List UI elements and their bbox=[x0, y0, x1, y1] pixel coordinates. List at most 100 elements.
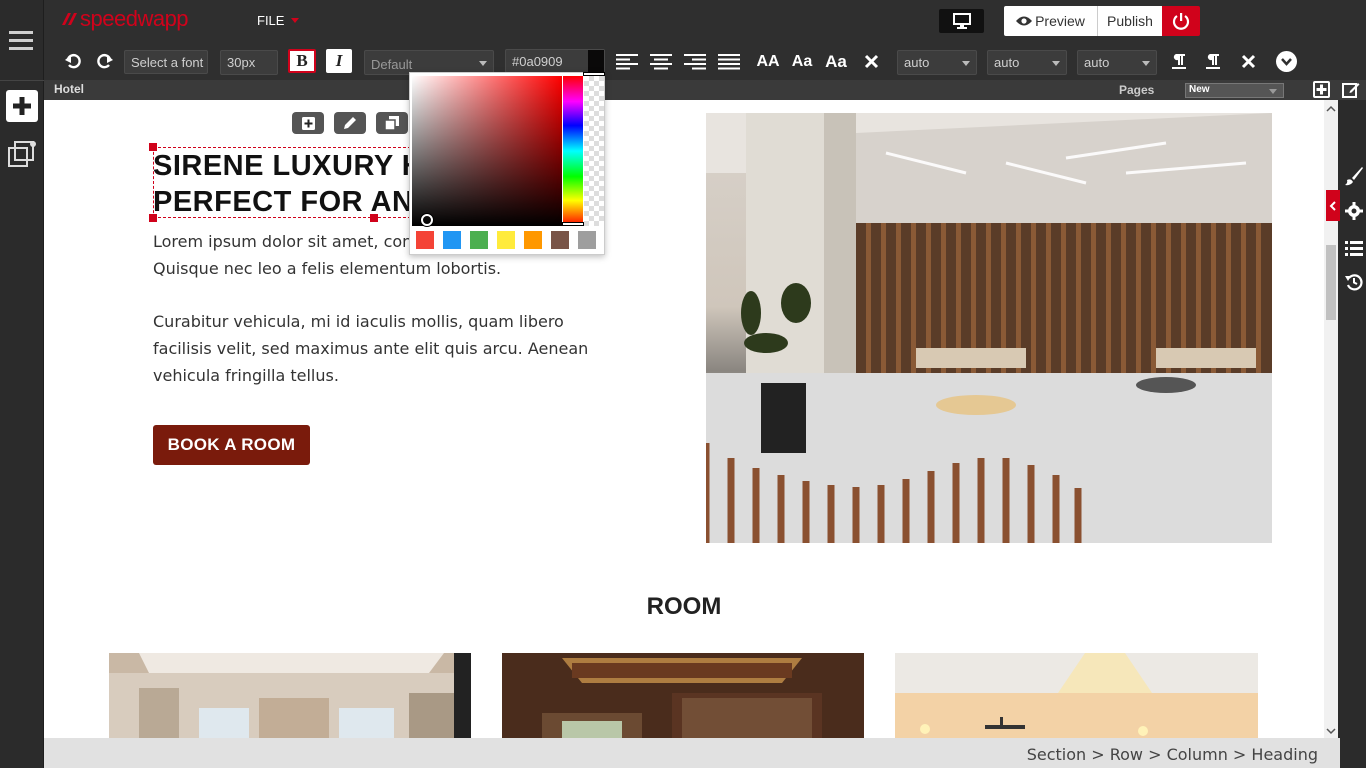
alpha-slider[interactable] bbox=[584, 76, 604, 226]
breadcrumb[interactable]: Section > Row > Column > Heading bbox=[1027, 745, 1318, 764]
hero-paragraph-1-line2: Quisque nec leo a felis elementum lobort… bbox=[153, 259, 502, 278]
letter-spacing-select[interactable]: auto bbox=[987, 50, 1067, 75]
hotel-lobby-image bbox=[706, 113, 1272, 543]
hamburger-menu-icon[interactable] bbox=[9, 28, 33, 52]
hero-heading[interactable]: SIRENE LUXURY H PERFECT FOR ANY bbox=[153, 148, 453, 220]
settings-gear-icon[interactable] bbox=[1345, 202, 1363, 220]
pencil-icon bbox=[344, 117, 356, 129]
bold-label: B bbox=[296, 51, 308, 70]
paragraph-rtl-icon[interactable] bbox=[1205, 53, 1221, 70]
swatch-blue[interactable] bbox=[443, 231, 461, 249]
pages-label: Pages bbox=[1119, 83, 1155, 97]
uppercase-button[interactable]: AA bbox=[754, 50, 782, 74]
scrollbar-thumb[interactable] bbox=[1326, 245, 1336, 320]
word-spacing-select[interactable]: auto bbox=[1077, 50, 1157, 75]
saturation-value-area[interactable] bbox=[412, 76, 562, 226]
color-picker-cursor[interactable] bbox=[421, 214, 433, 226]
align-justify-icon[interactable] bbox=[718, 54, 740, 70]
history-icon[interactable] bbox=[1345, 273, 1363, 291]
italic-label: I bbox=[335, 51, 343, 70]
chevron-down-icon bbox=[1142, 60, 1150, 66]
power-button[interactable] bbox=[1162, 6, 1200, 36]
plus-icon bbox=[13, 97, 31, 115]
align-left-icon[interactable] bbox=[616, 54, 638, 70]
page-name: Hotel bbox=[54, 82, 84, 96]
chevron-down-icon bbox=[962, 60, 970, 66]
page-bar: Hotel Pages New bbox=[44, 80, 1366, 100]
breadcrumb-bar: Section > Row > Column > Heading bbox=[44, 738, 1340, 768]
element-add-button[interactable] bbox=[292, 112, 324, 134]
text-format-toolbar: Select a font 30px B I Default #0a0909 A… bbox=[44, 42, 1366, 80]
swatch-green[interactable] bbox=[470, 231, 488, 249]
hue-slider-handle[interactable] bbox=[562, 222, 584, 226]
swatch-red[interactable] bbox=[416, 231, 434, 249]
capitalize-button[interactable]: Aa bbox=[822, 50, 850, 74]
room-image-1 bbox=[109, 653, 471, 738]
speedwapp-logo: speedwapp bbox=[60, 6, 189, 32]
swatch-brown[interactable] bbox=[551, 231, 569, 249]
capitalize-label: Aa bbox=[825, 52, 847, 71]
preview-label: Preview bbox=[1035, 13, 1085, 29]
chevron-left-icon bbox=[1329, 200, 1336, 211]
clear-format-icon[interactable] bbox=[864, 54, 879, 69]
italic-button[interactable]: I bbox=[326, 49, 352, 73]
pages-select[interactable]: New bbox=[1185, 83, 1284, 98]
close-icon[interactable] bbox=[1241, 54, 1256, 69]
edit-page-icon[interactable] bbox=[1342, 81, 1360, 99]
hero-heading-line2: PERFECT FOR ANY bbox=[153, 186, 434, 218]
chevron-down-icon bbox=[1052, 60, 1060, 66]
undo-icon[interactable] bbox=[64, 52, 82, 70]
element-edit-button[interactable] bbox=[334, 112, 366, 134]
element-duplicate-button[interactable] bbox=[376, 112, 408, 134]
chevron-down-icon bbox=[1269, 88, 1277, 94]
style-brush-icon[interactable] bbox=[1344, 166, 1364, 186]
uppercase-label: AA bbox=[756, 53, 780, 70]
alpha-slider-handle[interactable] bbox=[583, 72, 605, 76]
swatch-yellow[interactable] bbox=[497, 231, 515, 249]
pages-select-value: New bbox=[1189, 84, 1210, 95]
file-menu[interactable]: FILE bbox=[257, 13, 300, 28]
left-sidebar bbox=[0, 0, 44, 768]
more-options-icon[interactable] bbox=[1276, 51, 1297, 72]
add-element-button[interactable] bbox=[6, 90, 38, 122]
room-image-2 bbox=[502, 653, 864, 738]
text-style-value: Default bbox=[371, 57, 413, 72]
align-center-icon[interactable] bbox=[650, 54, 672, 70]
hero-paragraph-2[interactable]: Curabitur vehicula, mi id iaculis mollis… bbox=[153, 308, 613, 389]
color-swatches bbox=[416, 231, 602, 249]
bold-button[interactable]: B bbox=[288, 49, 316, 73]
layout-template-icon[interactable] bbox=[7, 140, 37, 170]
scroll-up-icon[interactable] bbox=[1324, 104, 1338, 114]
caret-down-icon bbox=[291, 18, 300, 23]
redo-icon[interactable] bbox=[96, 52, 114, 70]
power-icon bbox=[1172, 13, 1190, 30]
book-room-button[interactable]: BOOK A ROOM bbox=[153, 425, 310, 465]
swatch-orange[interactable] bbox=[524, 231, 542, 249]
font-family-select[interactable]: Select a font bbox=[124, 50, 208, 74]
color-input[interactable]: #0a0909 bbox=[505, 49, 605, 73]
page-canvas: SIRENE LUXURY H PERFECT FOR ANY Lorem ip… bbox=[44, 100, 1338, 738]
room-image-3 bbox=[895, 653, 1258, 738]
desktop-view-button[interactable] bbox=[939, 9, 984, 33]
rooms-heading[interactable]: ROOM bbox=[44, 593, 1324, 621]
hue-slider[interactable] bbox=[563, 76, 583, 226]
scroll-down-icon[interactable] bbox=[1324, 726, 1338, 736]
align-right-icon[interactable] bbox=[684, 54, 706, 70]
smallcaps-button[interactable]: Aa bbox=[788, 50, 816, 74]
font-size-input[interactable]: 30px bbox=[220, 50, 278, 75]
color-value: #0a0909 bbox=[512, 53, 563, 69]
file-menu-label: FILE bbox=[257, 13, 285, 28]
publish-button[interactable]: Publish bbox=[1097, 6, 1162, 36]
preview-button[interactable]: Preview bbox=[1004, 6, 1097, 36]
line-height-value: auto bbox=[904, 55, 930, 70]
hero-paragraph-2-line3: vehicula fringilla tellus. bbox=[153, 366, 339, 385]
color-swatch[interactable] bbox=[588, 50, 604, 72]
swatch-grey[interactable] bbox=[578, 231, 596, 249]
monitor-icon bbox=[952, 13, 971, 29]
panel-toggle-tab[interactable] bbox=[1326, 190, 1340, 221]
paragraph-ltr-icon[interactable] bbox=[1171, 53, 1187, 70]
layers-list-icon[interactable] bbox=[1345, 240, 1363, 256]
word-spacing-value: auto bbox=[1084, 55, 1110, 70]
line-height-select[interactable]: auto bbox=[897, 50, 977, 75]
add-page-icon[interactable] bbox=[1313, 81, 1330, 98]
